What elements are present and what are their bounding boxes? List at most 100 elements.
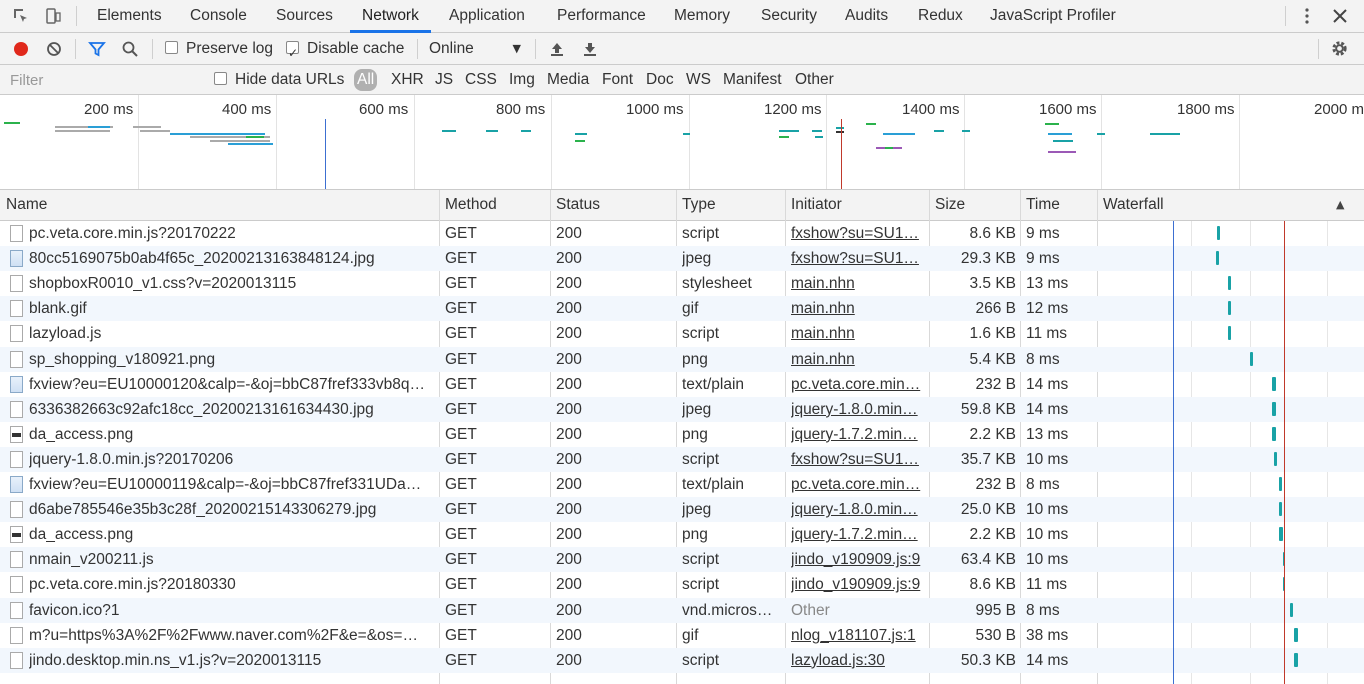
table-row[interactable]: shopboxR0010_v1.css?v=2020013115 GET 200 st… (0, 271, 1364, 296)
column-header-time[interactable]: Time (1020, 190, 1060, 220)
tab-application[interactable]: Application (449, 0, 525, 32)
request-initiator[interactable]: jquery-1.7.2.min… (791, 422, 925, 447)
request-initiator[interactable]: main.nhn (791, 296, 925, 321)
request-initiator[interactable]: jquery-1.7.2.min… (791, 522, 925, 547)
table-row[interactable]: jquery-1.8.0.min.js?20170206 GET 200 script… (0, 446, 1364, 472)
table-row[interactable]: fxview?eu=EU10000120&calp=-&oj=bbC87fref… (0, 372, 1364, 397)
more-options-icon[interactable] (1298, 7, 1316, 25)
inspect-element-icon[interactable] (12, 7, 30, 25)
request-initiator[interactable]: main.nhn (791, 321, 925, 346)
filter-input[interactable] (4, 68, 200, 92)
filter-type-manifest[interactable]: Manifest (723, 65, 782, 94)
request-name[interactable]: 6336382663c92afc18cc_20200213161634430.j… (29, 397, 434, 422)
request-name[interactable]: d6abe785546e35b3c28f_20200215143306279.j… (29, 497, 434, 522)
hide-data-urls-checkbox[interactable]: Hide data URLs (214, 65, 344, 94)
request-name[interactable]: favicon.ico?1 (29, 598, 434, 623)
tab-console[interactable]: Console (190, 0, 247, 32)
tab-elements[interactable]: Elements (97, 0, 162, 32)
column-header-type[interactable]: Type (676, 190, 716, 220)
table-row[interactable]: sp_shopping_v180921.png GET 200 png main.nhn… (0, 346, 1364, 372)
column-header-initiator[interactable]: Initiator (785, 190, 842, 220)
hide-data-urls-check[interactable] (214, 72, 227, 85)
tab-performance[interactable]: Performance (557, 0, 646, 32)
preserve-log-check[interactable] (165, 41, 178, 54)
request-initiator[interactable]: fxshow?su=SU1… (791, 447, 925, 472)
filter-icon[interactable] (88, 40, 106, 58)
throttling-select[interactable]: Online ▼ (429, 33, 525, 64)
tab-sources[interactable]: Sources (276, 0, 333, 32)
table-row[interactable]: pc.veta.core.min.js?20180330 GET 200 script… (0, 572, 1364, 597)
request-name[interactable]: m?u=https%3A%2F%2Fwww.naver.com%2F&e=&os… (29, 623, 434, 648)
request-name[interactable]: pc.veta.core.min.js?20170222 (29, 221, 434, 246)
disable-cache-checkbox[interactable]: Disable cache (286, 33, 404, 69)
request-name[interactable]: nmain_v200211.js (29, 547, 434, 572)
request-name[interactable]: shopboxR0010_v1.css?v=2020013115 (29, 271, 434, 296)
clear-icon[interactable] (45, 40, 63, 58)
record-icon[interactable] (12, 40, 30, 58)
filter-type-media[interactable]: Media (547, 65, 589, 94)
table-row[interactable]: nmain_v200211.js GET 200 script jindo_v19090… (0, 547, 1364, 573)
table-row[interactable]: pc.veta.core.min.js?20170222 GET 200 script… (0, 221, 1364, 246)
filter-type-css[interactable]: CSS (465, 65, 497, 94)
tab-security[interactable]: Security (761, 0, 817, 32)
request-initiator[interactable]: main.nhn (791, 347, 925, 372)
request-initiator[interactable]: main.nhn (791, 271, 925, 296)
preserve-log-checkbox[interactable]: Preserve log (165, 33, 273, 64)
request-name[interactable]: blank.gif (29, 296, 434, 321)
request-name[interactable]: da_access.png (29, 422, 434, 447)
column-header-status[interactable]: Status (550, 190, 600, 220)
request-name[interactable]: pc.veta.core.min.js?20180330 (29, 572, 434, 597)
request-initiator[interactable]: pc.veta.core.min… (791, 372, 925, 397)
table-row[interactable]: favicon.ico?1 GET 200 vnd.micros… Other 995 B… (0, 597, 1364, 623)
request-initiator[interactable]: fxshow?su=SU1… (791, 221, 925, 246)
request-initiator[interactable]: nlog_v181107.js:1 (791, 623, 925, 648)
table-row[interactable]: fxview?eu=EU10000119&calp=-&oj=bbC87fref… (0, 472, 1364, 497)
request-initiator[interactable]: jindo_v190909.js:9 (791, 572, 925, 597)
filter-type-ws[interactable]: WS (686, 65, 711, 94)
filter-type-other[interactable]: Other (795, 65, 834, 94)
request-name[interactable]: 80cc5169075b0ab4f65c_20200213163848124.j… (29, 246, 434, 271)
request-name[interactable]: lazyload.js (29, 321, 434, 346)
table-row[interactable]: blank.gif GET 200 gif main.nhn 266 B 12 ms (0, 296, 1364, 322)
filter-type-xhr[interactable]: XHR (391, 65, 424, 94)
column-header-size[interactable]: Size (929, 190, 965, 220)
gear-icon[interactable] (1330, 39, 1349, 58)
request-initiator[interactable]: jindo_v190909.js:9 (791, 547, 925, 572)
table-row[interactable]: da_access.png GET 200 png jquery-1.7.2.min… 2… (0, 422, 1364, 447)
search-icon[interactable] (121, 40, 139, 58)
request-name[interactable]: jindo.desktop.min.ns_v1.js?v=2020013115 (29, 648, 434, 673)
request-name[interactable]: sp_shopping_v180921.png (29, 347, 434, 372)
table-row[interactable]: lazyload.js GET 200 script main.nhn 1.6 KB 11 … (0, 321, 1364, 346)
table-row[interactable]: jindo.desktop.min.ns_v1.js?v=2020013115 G… (0, 647, 1364, 673)
table-row[interactable]: 80cc5169075b0ab4f65c_20200213163848124.j… (0, 246, 1364, 272)
table-row[interactable]: da_access.png GET 200 png jquery-1.7.2.min… 2… (0, 522, 1364, 547)
filter-type-font[interactable]: Font (602, 65, 633, 94)
request-initiator[interactable]: jquery-1.8.0.min… (791, 397, 925, 422)
tab-javascript-profiler[interactable]: JavaScript Profiler (990, 0, 1116, 32)
table-row[interactable]: d6abe785546e35b3c28f_20200215143306279.j… (0, 497, 1364, 523)
close-icon[interactable] (1331, 7, 1349, 25)
request-initiator[interactable]: jquery-1.8.0.min… (791, 497, 925, 522)
request-initiator[interactable]: fxshow?su=SU1… (791, 246, 925, 271)
request-name[interactable]: fxview?eu=EU10000120&calp=-&oj=bbC87fref… (29, 372, 434, 397)
timeline-overview[interactable]: 200 ms 400 ms 600 ms 800 ms 1000 ms 1200… (0, 95, 1364, 190)
table-row[interactable]: m?u=https%3A%2F%2Fwww.naver.com%2F&e=&os… (0, 623, 1364, 648)
sort-ascending-icon[interactable]: ▲ (1336, 190, 1344, 220)
tab-memory[interactable]: Memory (674, 0, 730, 32)
table-row[interactable]: 6336382663c92afc18cc_20200213161634430.j… (0, 396, 1364, 422)
import-har-icon[interactable] (548, 40, 566, 58)
column-header-method[interactable]: Method (439, 190, 497, 220)
request-name[interactable]: da_access.png (29, 522, 434, 547)
column-header-name[interactable]: Name (0, 190, 47, 220)
device-toolbar-icon[interactable] (44, 7, 62, 25)
filter-type-all[interactable]: All (354, 69, 378, 91)
request-name[interactable]: jquery-1.8.0.min.js?20170206 (29, 447, 434, 472)
filter-type-doc[interactable]: Doc (646, 65, 674, 94)
disable-cache-check[interactable] (286, 38, 299, 69)
request-initiator[interactable]: pc.veta.core.min… (791, 472, 925, 497)
request-initiator[interactable]: lazyload.js:30 (791, 648, 925, 673)
export-har-icon[interactable] (581, 40, 599, 58)
request-name[interactable]: fxview?eu=EU10000119&calp=-&oj=bbC87fref… (29, 472, 434, 497)
tab-network[interactable]: Network (350, 0, 431, 33)
filter-type-js[interactable]: JS (435, 65, 453, 94)
